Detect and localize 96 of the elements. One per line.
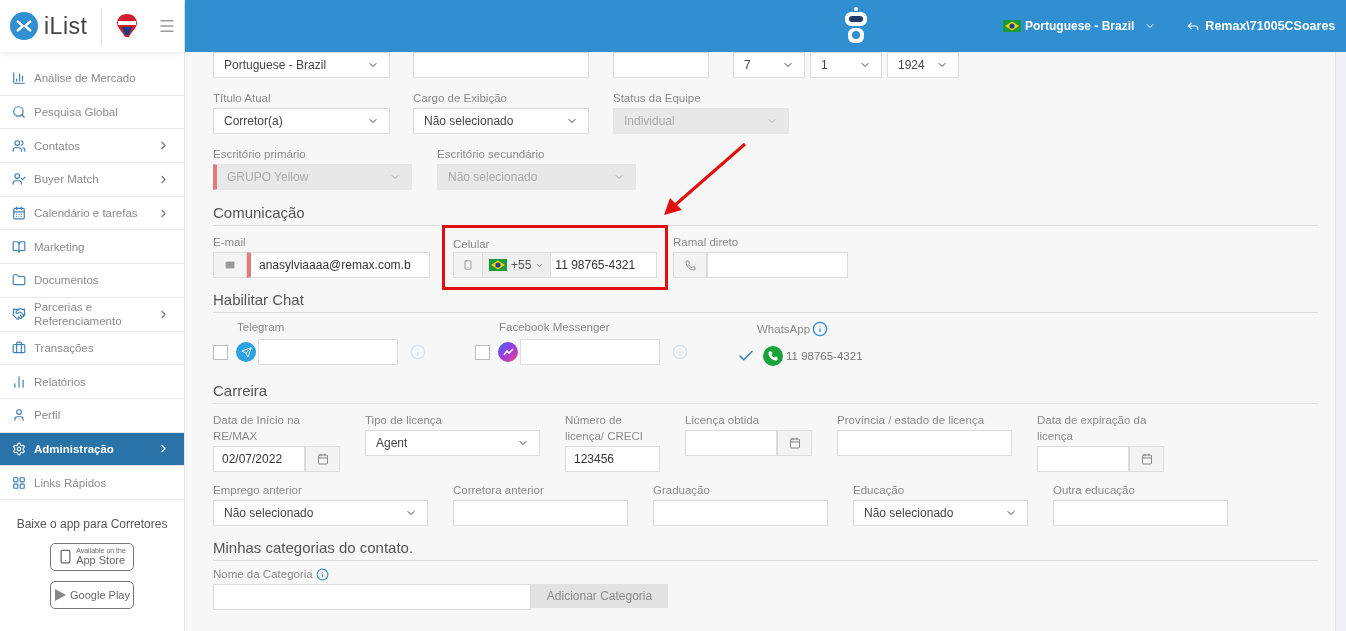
field-label: Província / estado de licença: [837, 413, 986, 428]
field-label: Outra educação: [1053, 483, 1136, 498]
country-code-select[interactable]: +55: [483, 252, 552, 278]
phone-icon: [684, 259, 696, 271]
sidebar-item-icon: [12, 475, 26, 490]
whatsapp-number: 11 98765-4321: [786, 350, 863, 362]
sidebar-item-icon: [12, 239, 26, 254]
chat-label: WhatsApp: [757, 323, 811, 335]
text-field[interactable]: [453, 500, 628, 526]
mobile-icon: [463, 260, 473, 270]
chat-label: Facebook Messenger: [499, 321, 610, 333]
field-label: Cargo de Exibição: [413, 91, 508, 106]
add-category-button[interactable]: Adicionar Categoria: [531, 584, 668, 608]
select-field[interactable]: Agent: [365, 430, 540, 456]
field-label: Escritório secundário: [437, 147, 546, 162]
date-field[interactable]: [1037, 446, 1129, 472]
sidebar-item-icon: [12, 71, 26, 86]
calendar-icon: [788, 437, 801, 449]
info-icon[interactable]: [812, 321, 829, 337]
field-label: Corretora anterior: [453, 483, 545, 498]
sidebar-item-icon: [12, 340, 26, 355]
field-label: Número de licença/ CRECI: [565, 413, 644, 444]
field-label: Status da Equipe: [613, 91, 702, 106]
field-label: Graduação: [653, 483, 711, 498]
select-field[interactable]: Portuguese - Brazil: [213, 52, 390, 78]
calendar-button[interactable]: [305, 446, 340, 472]
date-field[interactable]: 02/07/2022: [213, 446, 305, 472]
sidebar-item-icon: [12, 307, 26, 322]
menu-icon[interactable]: [158, 17, 177, 35]
sidebar-item-icon: [12, 374, 26, 389]
field-label: Tipo de licença: [365, 413, 443, 428]
calendar-icon: [316, 453, 329, 465]
select-field[interactable]: Corretor(a): [213, 108, 390, 134]
extension-field[interactable]: [707, 252, 848, 278]
field-label: Ramal direto: [673, 235, 740, 250]
google-play-badge[interactable]: Google Play: [50, 580, 134, 609]
date-field[interactable]: [685, 430, 777, 456]
chat-label: Telegram: [237, 321, 285, 333]
logo-icon: [10, 12, 38, 40]
sidebar-item-icon: [12, 138, 26, 153]
sidebar-item[interactable]: Administração: [0, 432, 184, 467]
brazil-flag-icon: [489, 259, 507, 271]
email-field[interactable]: anasylviaaaa@remax.com.b: [247, 252, 430, 278]
calendar-button[interactable]: [777, 430, 812, 456]
telegram-icon: [236, 342, 256, 362]
sidebar-item-icon: [12, 105, 26, 120]
category-field[interactable]: [213, 584, 531, 610]
select-field[interactable]: Não selecionado: [413, 108, 589, 134]
app-promo-text: Baixe o app para Corretores: [15, 516, 169, 531]
select-field[interactable]: 1: [810, 52, 882, 78]
sidebar-item-icon: [12, 206, 26, 221]
brazil-flag-icon: [1003, 20, 1021, 32]
section-title: Habilitar Chat: [213, 291, 1318, 313]
field-label: Celular: [453, 238, 490, 250]
sidebar-item-icon: [12, 441, 26, 456]
field-label: Emprego anterior: [213, 483, 303, 498]
text-field[interactable]: [653, 500, 828, 526]
select-field[interactable]: 7: [733, 52, 805, 78]
sidebar-item-icon: [12, 273, 26, 288]
reply-icon: [1186, 19, 1201, 33]
section-title: Carreira: [213, 382, 1318, 404]
info-icon[interactable]: [315, 567, 329, 581]
sidebar-item-icon: [12, 408, 26, 423]
text-field[interactable]: [413, 52, 589, 78]
phone-field[interactable]: 11 98765-4321: [551, 252, 657, 278]
text-field[interactable]: [1053, 500, 1228, 526]
sidebar-item-icon: [12, 172, 26, 187]
chat-field[interactable]: [520, 339, 660, 365]
field-label: Título Atual: [213, 91, 272, 106]
select-field[interactable]: Não selecionado: [213, 500, 428, 526]
balloon-icon: [116, 13, 139, 39]
mail-icon: [224, 259, 236, 271]
select-field[interactable]: 1924: [887, 52, 959, 78]
logo-text: iList: [44, 12, 88, 40]
field-label: Escritório primário: [213, 147, 307, 162]
field-label: E-mail: [213, 235, 247, 250]
calendar-icon: [1140, 453, 1153, 465]
checkbox[interactable]: [475, 344, 490, 360]
chat-field[interactable]: [258, 339, 398, 365]
whatsapp-icon: [763, 346, 783, 366]
select-field[interactable]: Não selecionado: [853, 500, 1028, 526]
scrollbar[interactable]: [1335, 52, 1346, 631]
field-label: Nome da Categoria: [213, 567, 313, 582]
messenger-icon: [498, 342, 518, 362]
text-field[interactable]: 123456: [565, 446, 660, 472]
field-label: Educação: [853, 483, 906, 498]
checkbox[interactable]: [213, 344, 228, 360]
text-field[interactable]: [613, 52, 709, 78]
language-selector[interactable]: Portuguese - Brazil: [1003, 19, 1157, 33]
section-title: Minhas categorias do contato.: [213, 539, 1318, 561]
user-link[interactable]: Remax\71005CSoares: [1186, 19, 1336, 33]
text-field[interactable]: [837, 430, 1012, 456]
field-label: Data de expiração da licença: [1037, 413, 1148, 444]
field-label: Data de Início na RE/MAX: [213, 413, 301, 444]
calendar-button[interactable]: [1129, 446, 1164, 472]
field-label: Licença obtida: [685, 413, 761, 428]
